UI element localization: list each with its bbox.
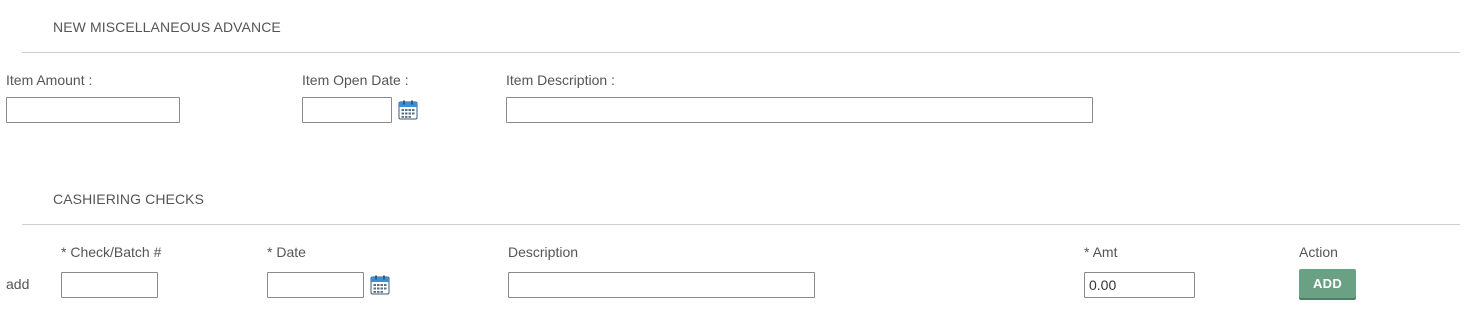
item-open-date-input[interactable] xyxy=(302,97,392,123)
item-description-input[interactable] xyxy=(506,97,1093,123)
check-date-input[interactable] xyxy=(267,272,364,298)
check-amt-input[interactable] xyxy=(1084,272,1195,298)
action-header: Action xyxy=(1299,244,1338,260)
advance-section-divider xyxy=(22,52,1460,53)
amt-header: * Amt xyxy=(1084,244,1118,260)
checks-section-divider xyxy=(22,224,1460,225)
date-header: * Date xyxy=(267,244,306,260)
item-amount-input[interactable] xyxy=(6,97,180,123)
item-description-label: Item Description : xyxy=(506,72,615,88)
item-amount-label: Item Amount : xyxy=(6,72,93,88)
calendar-icon[interactable] xyxy=(398,100,418,120)
calendar-icon[interactable] xyxy=(370,275,390,295)
check-batch-header: * Check/Batch # xyxy=(61,244,162,260)
add-row-label: add xyxy=(6,276,30,292)
check-batch-input[interactable] xyxy=(61,272,158,298)
description-header: Description xyxy=(508,244,579,260)
advance-section-title: NEW MISCELLANEOUS ADVANCE xyxy=(53,19,281,35)
item-open-date-label: Item Open Date : xyxy=(302,72,409,88)
check-description-input[interactable] xyxy=(508,272,815,298)
checks-section-title: CASHIERING CHECKS xyxy=(53,191,205,207)
add-button[interactable]: ADD xyxy=(1299,269,1356,298)
